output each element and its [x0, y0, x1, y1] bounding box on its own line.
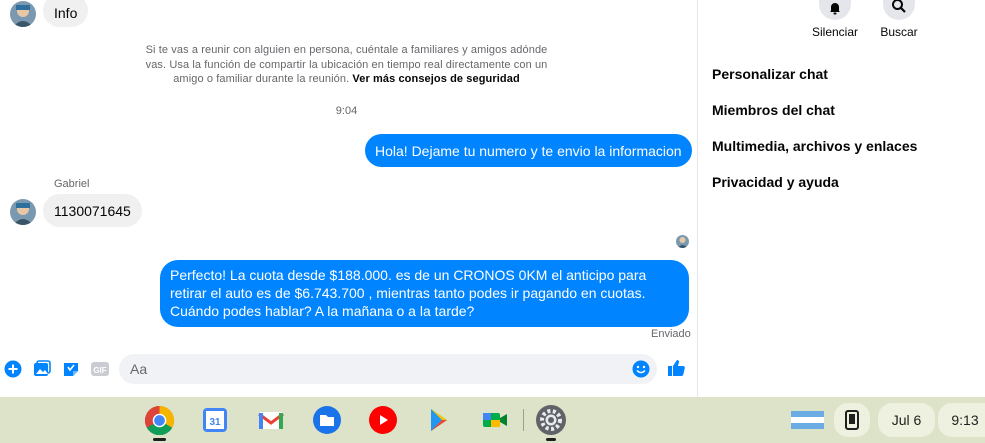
composer-bar: GIF [0, 350, 697, 390]
messenger-window: Info Si te vas a reunir con alguien en p… [0, 0, 985, 397]
play-store-icon[interactable] [424, 405, 454, 435]
gmail-icon[interactable] [256, 405, 286, 435]
plus-circle-icon[interactable] [3, 359, 23, 379]
message-bubble-info[interactable]: Info [43, 0, 89, 27]
menu-privacy-help[interactable]: Privacidad y ayuda [712, 174, 839, 190]
gif-icon[interactable]: GIF [90, 359, 110, 379]
chrome-icon[interactable] [144, 405, 175, 436]
calendar-icon[interactable]: 31 [200, 405, 230, 435]
sticker-icon[interactable] [61, 359, 81, 379]
chat-panel: Info Si te vas a reunir con alguien en p… [0, 0, 697, 397]
menu-chat-members[interactable]: Miembros del chat [712, 102, 835, 118]
chat-info-panel: Silenciar Buscar Personalizar chat Miemb… [698, 0, 985, 397]
mute-button[interactable]: Silenciar [805, 0, 865, 39]
message-bubble-sent[interactable]: Hola! Dejame tu numero y te envio la inf… [365, 134, 692, 167]
mute-label: Silenciar [811, 25, 859, 39]
calendar-day: 31 [209, 417, 221, 428]
phone-hub-button[interactable] [834, 403, 870, 437]
meet-icon[interactable] [480, 405, 510, 435]
image-icon[interactable] [32, 359, 52, 379]
bell-icon [819, 0, 851, 20]
search-label: Buscar [880, 25, 918, 39]
clock-tray[interactable]: 9:13 [938, 403, 985, 437]
sender-name: Gabriel [54, 178, 90, 190]
message-timestamp: 9:04 [335, 105, 358, 117]
search-icon [883, 0, 915, 20]
contact-avatar[interactable] [10, 199, 36, 225]
settings-icon[interactable] [536, 405, 566, 435]
like-icon[interactable] [667, 358, 687, 378]
active-app-indicator [546, 438, 556, 441]
date-tray[interactable]: Jul 6 [878, 403, 935, 437]
delivery-status: Enviado [651, 328, 691, 340]
menu-customize-chat[interactable]: Personalizar chat [712, 66, 828, 82]
message-bubble-sent[interactable]: Perfecto! La cuota desde $188.000. es de… [160, 260, 689, 327]
menu-media-files-links[interactable]: Multimedia, archivos y enlaces [712, 138, 917, 154]
safety-tips-link[interactable]: Ver más consejos de seguridad [352, 73, 519, 85]
search-button[interactable]: Buscar [869, 0, 929, 39]
seen-avatar [676, 235, 689, 248]
safety-notice: Si te vas a reunir con alguien en person… [140, 43, 553, 87]
message-bubble-received[interactable]: 1130071645 [43, 194, 142, 227]
os-shelf: 31 Jul 6 9:13 [0, 397, 985, 443]
message-input[interactable] [130, 354, 610, 384]
message-input-container[interactable] [119, 354, 657, 384]
emoji-icon[interactable] [631, 359, 651, 379]
youtube-icon[interactable] [368, 405, 398, 435]
files-icon[interactable] [312, 405, 342, 435]
active-app-indicator [153, 438, 166, 441]
contact-avatar[interactable] [10, 1, 36, 27]
phone-icon [845, 410, 859, 430]
svg-text:GIF: GIF [93, 366, 106, 375]
shelf-separator [523, 409, 524, 431]
ime-flag-icon[interactable] [791, 411, 824, 429]
